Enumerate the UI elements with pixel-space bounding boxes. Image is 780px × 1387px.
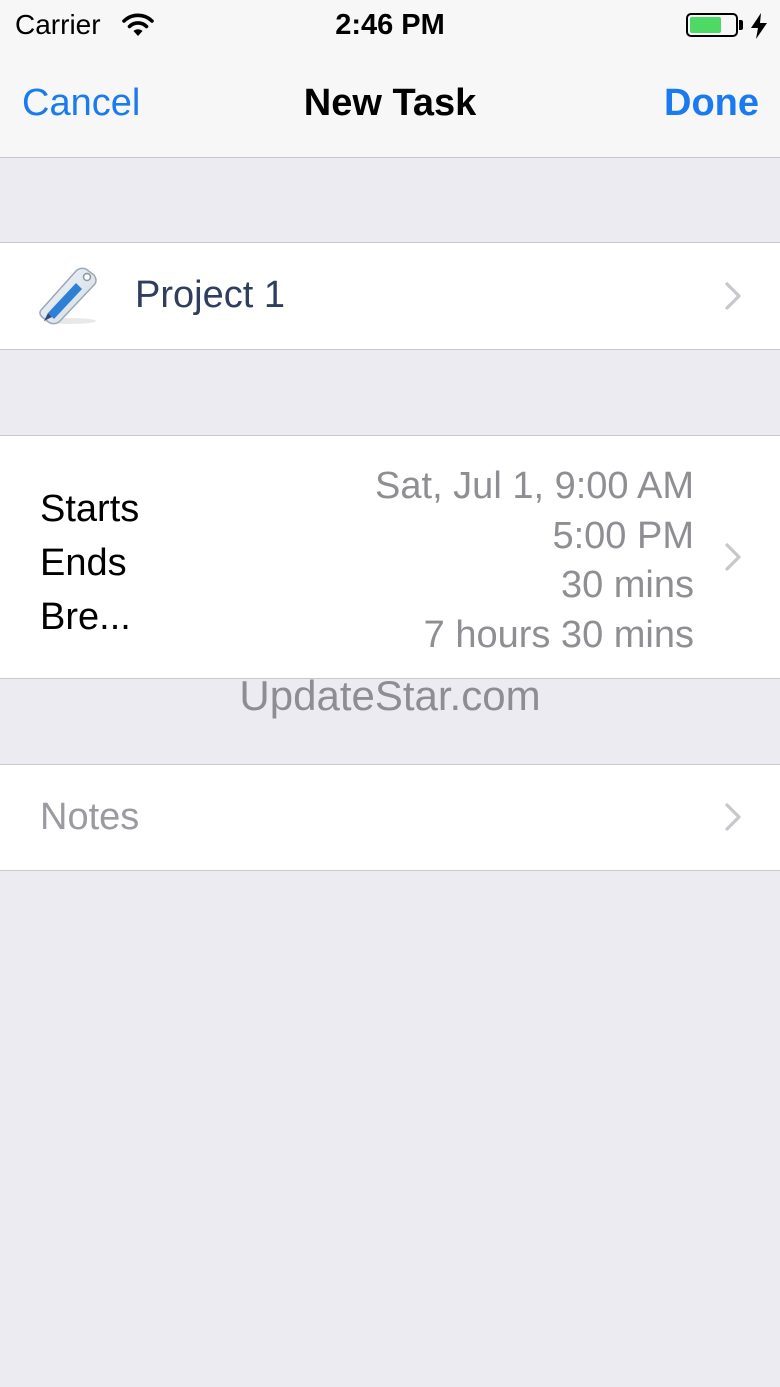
done-button[interactable]: Done — [664, 82, 759, 125]
battery-icon — [686, 13, 738, 37]
schedule-cell[interactable]: Starts Ends Bre... Sat, Jul 1, 9:00 AM 5… — [0, 435, 780, 679]
chevron-right-icon — [725, 282, 741, 310]
watermark: UpdateStar.com — [239, 672, 541, 719]
project-cell[interactable]: Project 1 — [0, 242, 780, 350]
chevron-right-icon — [725, 803, 741, 831]
end-value: 5:00 PM — [552, 514, 694, 557]
schedule-labels: Starts Ends Bre... — [40, 482, 139, 644]
notes-placeholder: Notes — [40, 796, 140, 838]
schedule-values: Sat, Jul 1, 9:00 AM 5:00 PM 30 mins 7 ho… — [375, 462, 694, 660]
break-label: Bre... — [40, 596, 131, 638]
navigation-bar: Cancel New Task Done — [0, 52, 780, 156]
status-time: 2:46 PM — [335, 9, 445, 41]
starts-label: Starts — [40, 488, 140, 530]
battery-nub — [739, 20, 743, 30]
chevron-right-icon — [725, 543, 741, 571]
start-value: Sat, Jul 1, 9:00 AM — [375, 465, 694, 507]
battery-fill — [690, 17, 721, 33]
top-bar: Carrier 2:46 PM Cancel New Task Done — [0, 0, 780, 158]
notes-cell[interactable]: Notes — [0, 764, 780, 871]
duration-value: 7 hours 30 mins — [423, 613, 694, 656]
charging-bolt-icon — [751, 13, 767, 39]
page-title: New Task — [303, 82, 477, 124]
status-bar: Carrier 2:46 PM — [0, 0, 780, 52]
break-value: 30 mins — [560, 564, 694, 606]
ends-label: Ends — [40, 542, 127, 584]
project-label: Project 1 — [135, 274, 285, 316]
pencil-tag-icon — [39, 267, 97, 325]
